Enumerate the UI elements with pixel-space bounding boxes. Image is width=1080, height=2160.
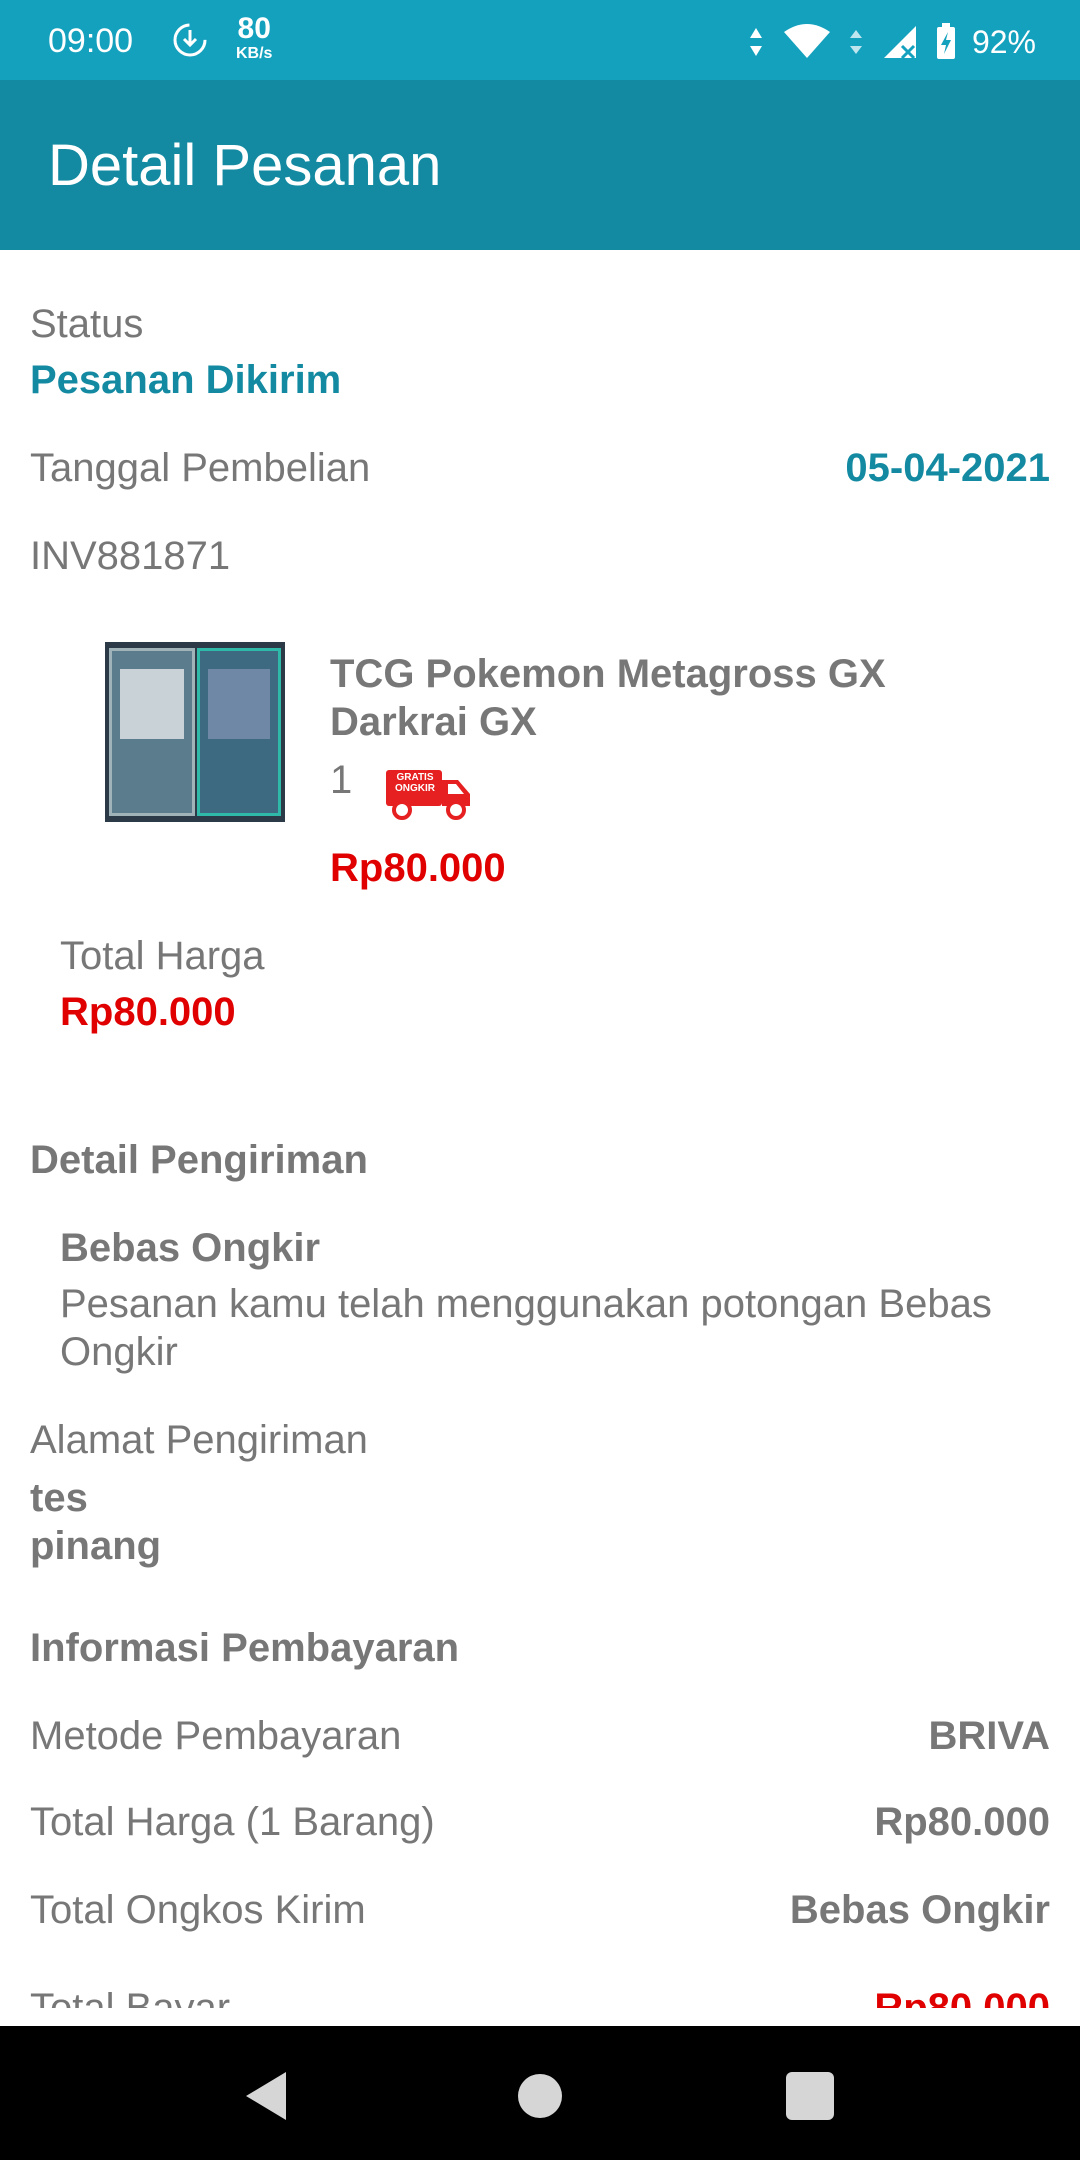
- product-name-line2[interactable]: Darkrai GX: [330, 700, 537, 745]
- status-label: Status: [30, 302, 144, 346]
- recent-apps-icon[interactable]: [786, 2072, 834, 2120]
- total-price-value: Rp80.000: [60, 990, 236, 1034]
- payment-section-title: Informasi Pembayaran: [30, 1626, 460, 1670]
- network-speed: 80 KB/s: [236, 12, 273, 62]
- back-icon[interactable]: [246, 2072, 286, 2120]
- free-shipping-truck-icon: GRATIS ONGKIR: [384, 766, 474, 822]
- items-total-value: Rp80.000: [874, 1800, 1050, 1844]
- status-icons: 92%: [744, 20, 1036, 64]
- items-total-label: Total Harga (1 Barang): [30, 1800, 435, 1844]
- wifi-arrows-icon: [849, 30, 862, 54]
- status-value: Pesanan Dikirim: [30, 358, 342, 402]
- grand-total-label: Total Bayar: [30, 1986, 231, 2008]
- address-line2: pinang: [30, 1524, 162, 1568]
- battery-charging-icon: [936, 23, 955, 59]
- shipping-cost-value: Bebas Ongkir: [789, 1888, 1050, 1932]
- address-label: Alamat Pengiriman: [30, 1418, 368, 1462]
- wifi-icon: [783, 24, 830, 58]
- invoice-number[interactable]: INV881871: [30, 534, 230, 579]
- product-name-line1[interactable]: TCG Pokemon Metagross GX: [330, 652, 886, 697]
- status-time: 09:00: [48, 22, 134, 60]
- payment-method-value: BRIVA: [928, 1714, 1050, 1758]
- page-title: Detail Pesanan: [48, 133, 442, 198]
- shipping-method-title: Bebas Ongkir: [60, 1226, 321, 1270]
- shipping-method-desc-line1: Pesanan kamu telah menggunakan potongan …: [60, 1282, 992, 1326]
- badge-line1: GRATIS: [396, 772, 434, 783]
- shipping-cost-label: Total Ongkos Kirim: [30, 1888, 366, 1932]
- product-price: Rp80.000: [330, 846, 506, 890]
- product-quantity: 1: [330, 758, 353, 802]
- address-line1: tes: [30, 1476, 88, 1520]
- grand-total-row-right: Rp80.000: [874, 1986, 1050, 2008]
- system-nav-bar: [0, 2026, 1080, 2160]
- purchase-date-value: 05-04-2021: [845, 446, 1050, 490]
- app-bar: Detail Pesanan: [0, 80, 1080, 250]
- signal-icon: [883, 26, 916, 60]
- badge-line2: ONGKIR: [395, 783, 435, 794]
- shipping-section-title: Detail Pengiriman: [30, 1138, 368, 1182]
- product-image[interactable]: [105, 642, 285, 822]
- total-price-label: Total Harga: [60, 934, 265, 978]
- data-arrows-icon: [749, 28, 762, 56]
- home-icon[interactable]: [518, 2074, 562, 2118]
- purchase-date-label: Tanggal Pembelian: [30, 446, 371, 490]
- shipping-method-desc-line2: Ongkir: [60, 1330, 178, 1374]
- payment-method-label: Metode Pembayaran: [30, 1714, 402, 1758]
- grand-total-value: Rp80.000: [874, 1986, 1050, 2008]
- download-icon: [173, 23, 207, 57]
- grand-total-row-left: Total Bayar: [30, 1986, 230, 2008]
- battery-percent: 92%: [971, 23, 1036, 60]
- status-bar: 09:00 80 KB/s 92%: [0, 0, 1080, 80]
